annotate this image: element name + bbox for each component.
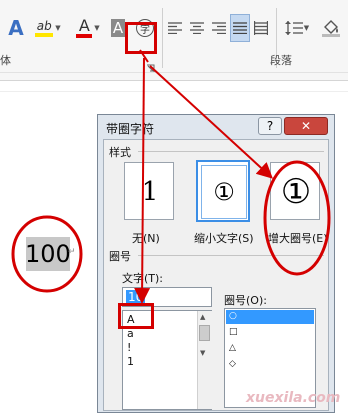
annotation-circle-enlarge xyxy=(263,160,331,276)
annotation-box-enclose-button xyxy=(125,22,157,54)
annotation-circle-text xyxy=(11,215,83,293)
annotation-arrow-down xyxy=(134,57,151,304)
annotation-overlay xyxy=(11,49,331,304)
annotation-arrow-diagonal xyxy=(149,65,273,179)
watermark: xuexila.com xyxy=(246,390,341,406)
annotation-box-text-field xyxy=(118,303,154,329)
